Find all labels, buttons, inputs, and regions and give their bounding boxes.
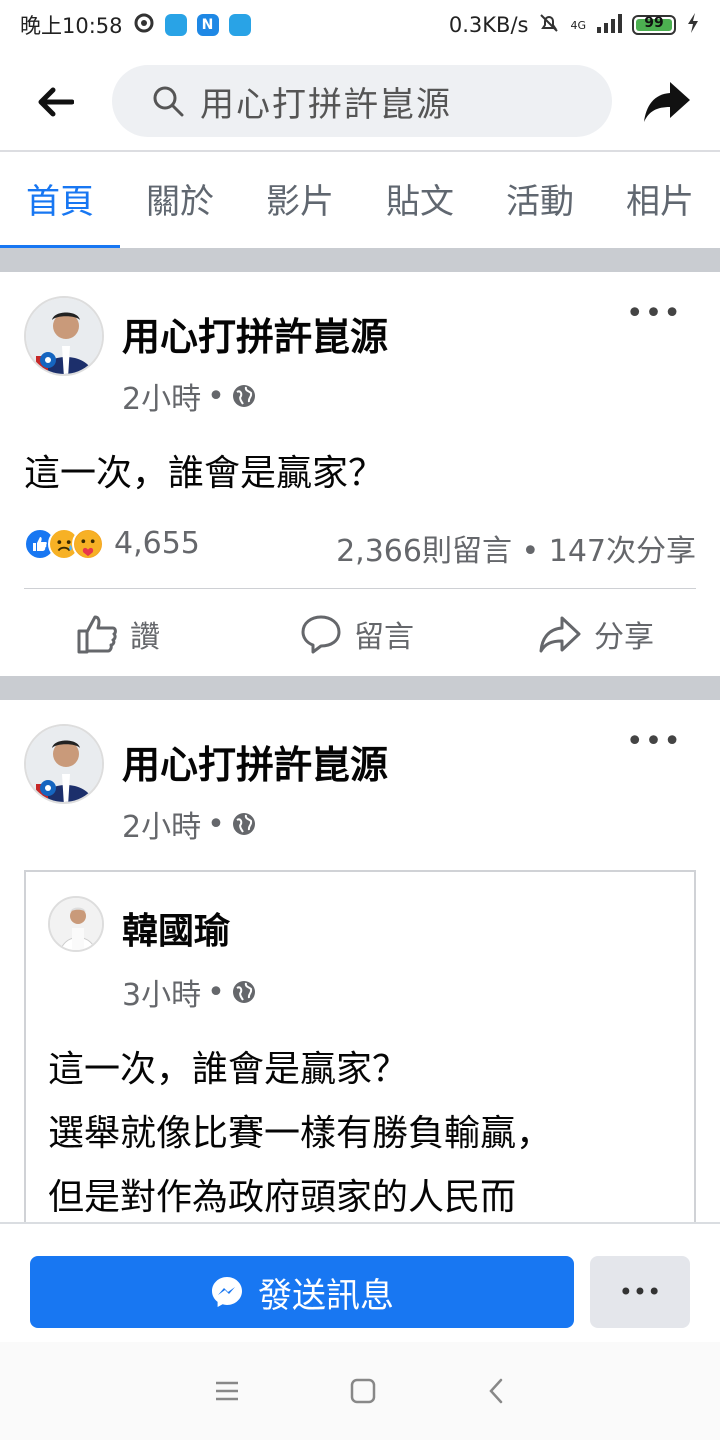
status-bar: 晚上10:58 N 0.3KB/s 4G 99 bbox=[0, 0, 720, 50]
signal-icon bbox=[596, 13, 622, 38]
search-bar[interactable]: 用心打拼許崑源 bbox=[112, 65, 612, 137]
like-label: 讚 bbox=[130, 620, 160, 655]
meta-dot: • bbox=[207, 806, 225, 842]
tab-events[interactable]: 活動 bbox=[480, 152, 600, 248]
avatar[interactable] bbox=[24, 296, 104, 376]
search-icon bbox=[153, 86, 184, 117]
reaction-count: 4,655 bbox=[114, 526, 200, 561]
share-page-button[interactable] bbox=[642, 80, 692, 124]
notification-icon bbox=[133, 12, 155, 39]
page-action-bar: 發送訊息 ••• bbox=[0, 1222, 720, 1342]
meta-dot: • bbox=[207, 378, 225, 414]
status-right: 0.3KB/s 4G 99 bbox=[449, 12, 700, 39]
charging-icon bbox=[686, 12, 700, 39]
post-time: 2小時 bbox=[122, 382, 202, 417]
top-bar: 用心打拼許崑源 bbox=[0, 62, 720, 142]
share-label: 分享 bbox=[594, 620, 654, 655]
section-separator bbox=[0, 676, 720, 700]
text-line: 這一次，誰會是贏家？ bbox=[48, 1049, 409, 1090]
tab-about[interactable]: 關於 bbox=[120, 152, 240, 248]
shared-post[interactable]: 韓國瑜 3小時 • 這一次，誰會是贏家？ 選舉就像比賽一樣有勝負輸贏， 但是對作… bbox=[24, 870, 696, 1222]
profile-photo-icon bbox=[26, 726, 102, 802]
more-actions-button[interactable]: ••• bbox=[590, 1256, 690, 1328]
comment-button[interactable]: 留言 bbox=[300, 612, 414, 656]
send-message-button[interactable]: 發送訊息 bbox=[30, 1256, 574, 1328]
avatar[interactable] bbox=[24, 724, 104, 804]
profile-photo-icon bbox=[50, 898, 102, 950]
share-arrow-icon bbox=[539, 616, 581, 653]
section-separator bbox=[0, 248, 720, 272]
post-meta: 2小時 • bbox=[122, 374, 257, 418]
post-time: 2小時 bbox=[122, 810, 202, 845]
care-reaction-icon bbox=[72, 527, 104, 560]
back-button[interactable] bbox=[36, 82, 76, 122]
system-nav-bar bbox=[0, 1342, 720, 1440]
network-type: 4G bbox=[570, 18, 586, 32]
menu-icon[interactable] bbox=[214, 1379, 240, 1403]
post-more-options[interactable]: ••• bbox=[626, 724, 682, 759]
app-notification-icon bbox=[228, 14, 251, 36]
thumbs-up-icon bbox=[77, 615, 117, 654]
text-line: 選舉就像比賽一樣有勝負輸贏， bbox=[48, 1113, 553, 1154]
status-time: 晚上10:58 bbox=[20, 14, 123, 38]
home-icon[interactable] bbox=[350, 1378, 376, 1404]
tab-posts[interactable]: 貼文 bbox=[360, 152, 480, 248]
post-more-options[interactable]: ••• bbox=[626, 296, 682, 331]
shared-post-text: 這一次，誰會是贏家？ 選舉就像比賽一樣有勝負輸贏， 但是對作為政府頭家的人民而 bbox=[48, 1038, 552, 1222]
post-text: 這一次，誰會是贏家？ bbox=[24, 453, 385, 494]
news-app-icon: N bbox=[196, 14, 219, 36]
status-left: 晚上10:58 N bbox=[20, 10, 251, 40]
network-speed: 0.3KB/s bbox=[448, 13, 529, 37]
battery-icon: 99 bbox=[632, 15, 676, 35]
messenger-icon bbox=[212, 1277, 242, 1307]
comment-label: 留言 bbox=[354, 620, 414, 655]
battery-percent: 99 bbox=[644, 15, 664, 31]
mute-bell-icon bbox=[538, 12, 560, 39]
page-tabs: 首頁 關於 影片 貼文 活動 相片 bbox=[0, 152, 720, 249]
search-text: 用心打拼許崑源 bbox=[200, 84, 452, 125]
post-author[interactable]: 用心打拼許崑源 bbox=[122, 734, 388, 789]
meta-dot: • bbox=[207, 974, 225, 1010]
globe-icon bbox=[232, 385, 255, 407]
post-time: 3小時 bbox=[122, 978, 202, 1013]
send-message-label: 發送訊息 bbox=[258, 1275, 394, 1316]
tab-photos[interactable]: 相片 bbox=[600, 152, 720, 248]
post-author[interactable]: 用心打拼許崑源 bbox=[122, 306, 388, 361]
app-notification-icon bbox=[164, 14, 187, 36]
shared-post-author[interactable]: 韓國瑜 bbox=[122, 902, 230, 954]
post: 用心打拼許崑源 2小時 • ••• 韓國瑜 3小時 • 這一次，誰會是贏家？ 選… bbox=[0, 700, 720, 1222]
reactions-summary[interactable]: 4,655 bbox=[24, 526, 200, 561]
post-meta: 2小時 • bbox=[122, 802, 257, 846]
text-line: 但是對作為政府頭家的人民而 bbox=[48, 1177, 517, 1218]
tab-home[interactable]: 首頁 bbox=[0, 152, 120, 249]
avatar[interactable] bbox=[48, 896, 104, 952]
comment-bubble-icon bbox=[301, 615, 341, 654]
post: 用心打拼許崑源 2小時 • ••• 這一次，誰會是贏家？ 4,655 2,366… bbox=[0, 272, 720, 676]
comment-share-stats[interactable]: 2,366則留言 • 147次分享 bbox=[336, 526, 696, 570]
shared-post-meta: 3小時 • bbox=[122, 970, 257, 1014]
share-button[interactable]: 分享 bbox=[538, 612, 654, 656]
share-arrow-icon bbox=[644, 82, 690, 122]
back-arrow-icon bbox=[38, 87, 74, 117]
profile-photo-icon bbox=[26, 298, 102, 374]
back-icon[interactable] bbox=[486, 1377, 506, 1405]
divider-line bbox=[24, 588, 696, 589]
globe-icon bbox=[232, 981, 255, 1003]
like-button[interactable]: 讚 bbox=[76, 612, 160, 656]
globe-icon bbox=[232, 813, 255, 835]
tab-videos[interactable]: 影片 bbox=[240, 152, 360, 248]
